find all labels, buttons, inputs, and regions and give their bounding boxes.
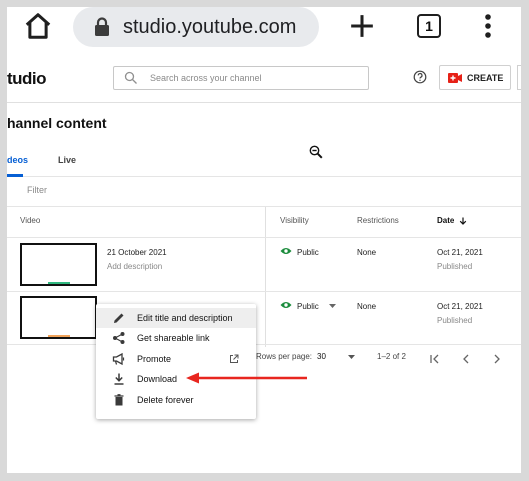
help-icon	[413, 70, 427, 84]
sort-arrow-icon	[459, 217, 466, 225]
create-video-icon	[448, 72, 462, 83]
thumbnail-progress	[48, 282, 70, 284]
rows-dropdown-icon[interactable]	[348, 355, 355, 359]
restrictions-value: None	[357, 302, 377, 311]
plus-icon	[351, 15, 373, 37]
annotation-arrow-icon	[186, 372, 307, 384]
date-value: Oct 21, 2021	[437, 248, 483, 257]
studio-header: tudio Search across your channel CREATE	[7, 59, 521, 103]
restrictions-value: None	[357, 248, 377, 257]
external-link-icon	[230, 354, 239, 363]
date-header-label: Date	[437, 216, 455, 225]
column-header-visibility: Visibility	[280, 216, 309, 225]
browser-menu-button[interactable]	[471, 9, 505, 43]
thumbnail-progress	[48, 335, 70, 337]
studio-logo[interactable]: tudio	[7, 69, 47, 89]
visibility-value[interactable]: Public	[297, 248, 319, 257]
menu-item-share-link[interactable]: Get shareable link	[96, 328, 256, 348]
zoom-out-cursor	[309, 145, 323, 164]
browser-toolbar: studio.youtube.com 1	[7, 7, 521, 59]
video-thumbnail[interactable]	[20, 243, 97, 286]
menu-item-label: Download	[137, 374, 178, 384]
help-button[interactable]	[413, 70, 427, 89]
content-tabs: deos Live	[7, 147, 521, 177]
search-icon	[124, 71, 137, 84]
page-title: hannel content	[7, 115, 107, 131]
tab-videos[interactable]: deos	[7, 155, 28, 165]
column-header-restrictions: Restrictions	[357, 216, 399, 225]
chevron-down-icon[interactable]	[329, 304, 336, 308]
search-input[interactable]: Search across your channel	[113, 66, 369, 90]
eye-icon	[280, 248, 292, 254]
status-value: Published	[437, 316, 473, 325]
trash-icon	[114, 394, 124, 406]
video-options-menu: Edit title and description Get shareable…	[96, 304, 256, 419]
header-edge-element	[517, 65, 521, 90]
column-header-date[interactable]: Date	[437, 216, 467, 225]
divider	[7, 344, 521, 345]
create-button[interactable]: CREATE	[439, 65, 511, 90]
divider	[7, 291, 521, 292]
column-header-video: Video	[20, 216, 41, 225]
create-label: CREATE	[467, 72, 504, 83]
menu-item-promote[interactable]: Promote	[96, 349, 256, 369]
visibility-value[interactable]: Public	[297, 302, 319, 311]
share-icon	[113, 332, 125, 344]
address-bar[interactable]: studio.youtube.com	[73, 7, 319, 47]
previous-page-icon[interactable]	[461, 354, 471, 364]
pagination-range: 1–2 of 2	[377, 352, 406, 361]
menu-item-edit-title[interactable]: Edit title and description	[96, 308, 256, 328]
divider	[7, 206, 521, 207]
zoom-out-icon	[309, 145, 323, 159]
megaphone-icon	[112, 352, 125, 366]
divider	[7, 237, 521, 238]
next-page-icon[interactable]	[492, 354, 502, 364]
home-button[interactable]	[21, 9, 55, 43]
download-icon	[114, 373, 124, 385]
date-value: Oct 21, 2021	[437, 302, 483, 311]
tab-live[interactable]: Live	[58, 155, 76, 165]
lock-icon	[95, 17, 109, 36]
new-tab-button[interactable]	[345, 9, 379, 43]
status-value: Published	[437, 262, 473, 271]
more-vert-icon	[485, 14, 491, 38]
video-title[interactable]: 21 October 2021	[107, 248, 167, 257]
menu-item-label: Delete forever	[137, 395, 194, 405]
url-text: studio.youtube.com	[123, 16, 297, 38]
tab-count: 1	[417, 14, 441, 38]
active-tab-indicator	[7, 174, 23, 177]
rows-per-page-select[interactable]: 30	[317, 352, 326, 361]
home-icon	[25, 13, 51, 39]
rows-per-page-label: Rows per page:	[256, 352, 313, 361]
screenshot-frame: studio.youtube.com 1 tudio Search across…	[7, 7, 521, 473]
filter-input[interactable]: Filter	[27, 185, 47, 195]
tabs-button[interactable]: 1	[412, 9, 446, 43]
menu-item-delete[interactable]: Delete forever	[96, 390, 256, 410]
video-thumbnail[interactable]	[20, 296, 97, 339]
video-description[interactable]: Add description	[107, 262, 162, 271]
eye-icon	[280, 302, 292, 308]
menu-item-label: Promote	[137, 354, 172, 364]
menu-item-label: Get shareable link	[137, 333, 210, 343]
first-page-icon[interactable]	[430, 354, 440, 364]
column-divider	[265, 207, 266, 347]
pencil-icon	[114, 313, 124, 323]
menu-item-label: Edit title and description	[137, 313, 233, 323]
search-placeholder: Search across your channel	[150, 73, 262, 83]
